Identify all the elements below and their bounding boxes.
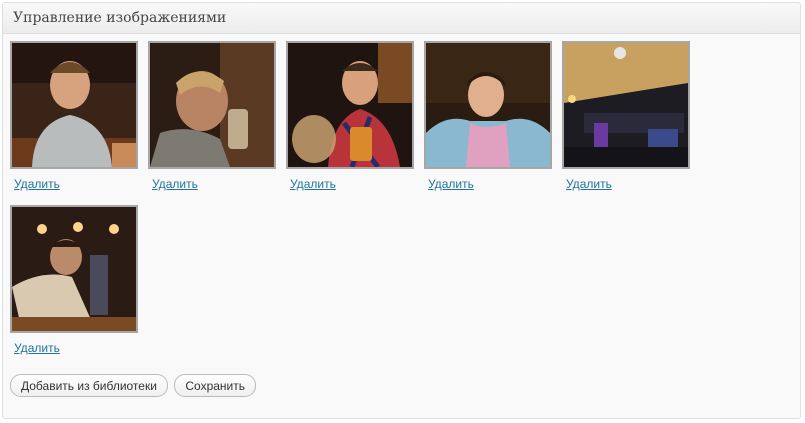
image-thumbnail[interactable]: [424, 41, 552, 169]
image-thumbnail[interactable]: [562, 41, 690, 169]
image-item: Удалить: [10, 205, 138, 365]
panel-title: Управление изображениями: [13, 10, 227, 26]
image-thumbnail[interactable]: [148, 41, 276, 169]
delete-link[interactable]: Удалить: [14, 341, 60, 355]
panel-header: Управление изображениями: [3, 3, 800, 34]
image-thumbnail[interactable]: [10, 205, 138, 333]
delete-link[interactable]: Удалить: [152, 177, 198, 191]
delete-link[interactable]: Удалить: [290, 177, 336, 191]
image-item: Удалить: [10, 41, 138, 201]
delete-link[interactable]: Удалить: [428, 177, 474, 191]
image-item: Удалить: [286, 41, 414, 201]
actions-bar: Добавить из библиотеки Сохранить: [10, 374, 258, 397]
image-thumbnail[interactable]: [286, 41, 414, 169]
image-item: Удалить: [148, 41, 276, 201]
image-item: Удалить: [562, 41, 690, 201]
image-thumbnail[interactable]: [10, 41, 138, 169]
delete-link[interactable]: Удалить: [14, 177, 60, 191]
image-item: Удалить: [424, 41, 552, 201]
delete-link[interactable]: Удалить: [566, 177, 612, 191]
save-button[interactable]: Сохранить: [174, 374, 257, 397]
add-from-library-button[interactable]: Добавить из библиотеки: [10, 374, 168, 397]
